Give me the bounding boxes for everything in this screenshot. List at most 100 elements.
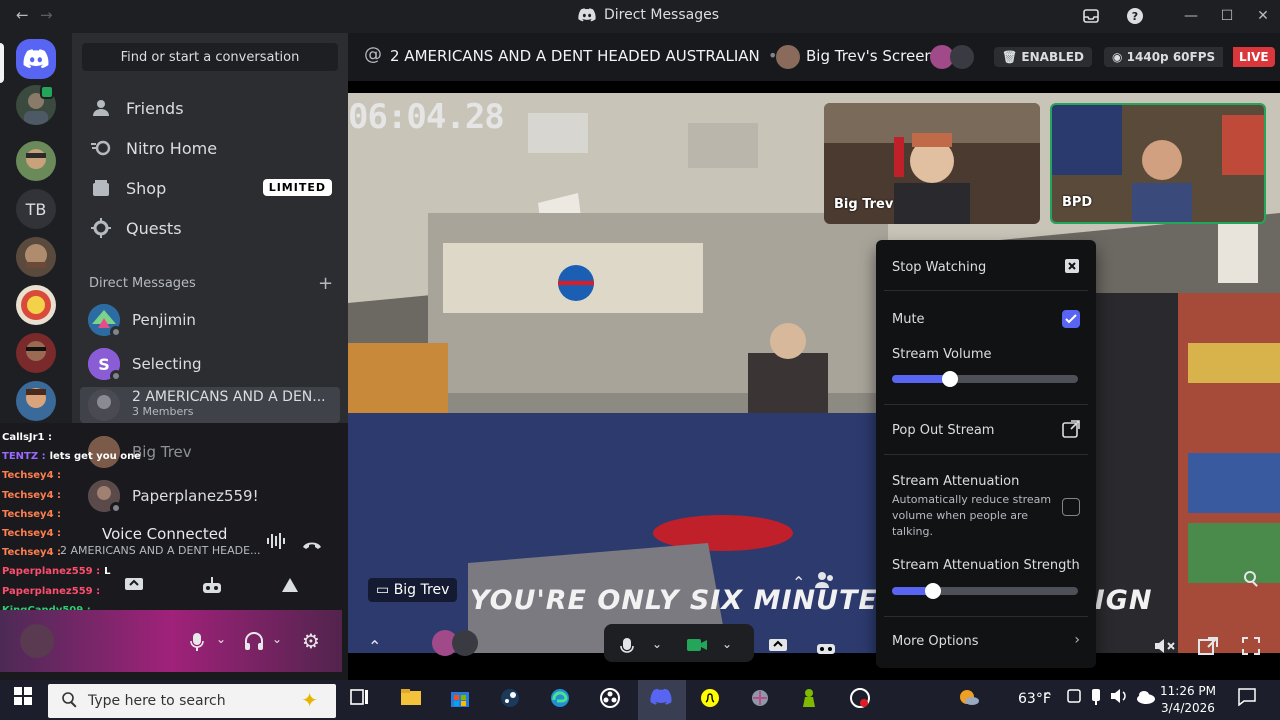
nav-shop[interactable]: Shop LIMITED bbox=[80, 168, 340, 208]
attenuation-checkbox[interactable] bbox=[1062, 498, 1080, 516]
find-conversation-button[interactable]: Find or start a conversation bbox=[82, 43, 338, 71]
microphone-icon[interactable] bbox=[190, 632, 204, 657]
nav-quests[interactable]: Quests bbox=[80, 208, 340, 248]
participants-icon[interactable] bbox=[814, 571, 836, 594]
headphones-icon[interactable] bbox=[244, 632, 264, 655]
voice-connected-status[interactable]: Voice Connected bbox=[102, 525, 227, 543]
dm-item[interactable]: S Selecting bbox=[80, 343, 340, 385]
more-options-item[interactable]: More Options bbox=[892, 634, 979, 649]
activities-icon[interactable] bbox=[202, 576, 222, 599]
chess-icon[interactable] bbox=[800, 688, 818, 713]
server-avatar[interactable] bbox=[16, 285, 56, 325]
screen-share-icon[interactable] bbox=[768, 637, 788, 660]
maximize-icon[interactable]: ☐ bbox=[1210, 5, 1244, 27]
stream-view: @ 2 AMERICANS AND A DENT HEADED AUSTRALI… bbox=[348, 33, 1280, 680]
enabled-badge[interactable]: 🗑 ENABLED bbox=[994, 47, 1092, 67]
file-explorer-icon[interactable] bbox=[400, 688, 422, 711]
taskbar-search-input[interactable]: Type here to search ✦ bbox=[48, 684, 336, 718]
soundboard-icon[interactable] bbox=[280, 576, 300, 599]
server-avatar[interactable] bbox=[16, 141, 56, 181]
usb-icon[interactable] bbox=[1090, 688, 1102, 711]
chevron-right-icon[interactable]: › bbox=[1074, 632, 1080, 648]
slider-handle[interactable] bbox=[924, 583, 941, 599]
streamer-avatar bbox=[776, 45, 800, 69]
close-icon[interactable]: ✕ bbox=[1246, 5, 1280, 27]
server-tb[interactable]: TB bbox=[16, 189, 56, 229]
direct-messages-home-button[interactable] bbox=[16, 39, 56, 79]
recording-app-icon[interactable] bbox=[850, 688, 870, 713]
chevron-up-icon[interactable]: ⌃ bbox=[792, 573, 805, 592]
nav-nitro-home[interactable]: Nitro Home bbox=[80, 128, 340, 168]
create-dm-plus-icon[interactable]: + bbox=[318, 273, 333, 294]
chevron-down-icon[interactable]: ⌄ bbox=[216, 632, 226, 646]
windows-start-icon[interactable] bbox=[14, 687, 32, 710]
minimize-icon[interactable]: — bbox=[1174, 5, 1208, 27]
snapchat-icon[interactable] bbox=[700, 688, 720, 713]
volume-icon[interactable] bbox=[1110, 688, 1130, 709]
at-sign-icon: @ bbox=[364, 44, 382, 65]
microphone-icon[interactable] bbox=[620, 637, 634, 662]
mute-item[interactable]: Mute bbox=[892, 312, 925, 327]
chevron-down-icon[interactable]: ⌄ bbox=[272, 632, 282, 646]
voice-channel-name: 2 AMERICANS AND A DENT HEADE... bbox=[60, 544, 261, 557]
store-icon[interactable] bbox=[450, 688, 470, 713]
avatar bbox=[88, 304, 122, 338]
server-avatar[interactable] bbox=[16, 381, 56, 421]
edge-browser-icon[interactable] bbox=[550, 688, 570, 713]
dm-item-group-active[interactable]: 2 AMERICANS AND A DEN... 3 Members bbox=[80, 387, 340, 423]
help-icon[interactable]: ? bbox=[1118, 5, 1152, 27]
user-avatar[interactable] bbox=[20, 624, 54, 658]
task-view-icon[interactable] bbox=[350, 688, 370, 711]
fullscreen-icon[interactable] bbox=[1242, 637, 1260, 660]
chevron-down-icon[interactable]: ⌄ bbox=[652, 637, 662, 651]
pop-out-stream-item[interactable]: Pop Out Stream bbox=[892, 423, 994, 438]
quests-icon bbox=[90, 217, 112, 239]
forward-arrow-icon[interactable]: → bbox=[40, 6, 53, 24]
status-offline-icon bbox=[110, 326, 122, 338]
dm-item[interactable]: Penjimin bbox=[80, 299, 340, 341]
chevron-down-icon[interactable]: ⌄ bbox=[722, 637, 732, 651]
system-clock[interactable]: 11:26 PM 3/4/2026 bbox=[1160, 683, 1216, 717]
disconnect-call-icon[interactable] bbox=[302, 534, 322, 555]
notifications-icon[interactable] bbox=[1238, 688, 1256, 711]
app-icon[interactable] bbox=[750, 688, 770, 713]
back-arrow-icon[interactable]: ← bbox=[16, 6, 29, 24]
stream-attenuation-item[interactable]: Stream Attenuation bbox=[892, 474, 1019, 489]
search-placeholder: Type here to search bbox=[88, 693, 226, 709]
noise-suppression-icon[interactable] bbox=[266, 532, 286, 555]
obs-icon[interactable] bbox=[600, 688, 620, 713]
user-panel: ⌄ ⌄ ⚙ bbox=[0, 610, 342, 672]
participant-tile-speaking[interactable]: BPD bbox=[1050, 103, 1266, 224]
chevron-up-icon[interactable]: ⌃ bbox=[368, 637, 381, 656]
gear-icon[interactable]: ⚙ bbox=[302, 629, 320, 653]
dm-item[interactable]: Paperplanez559! bbox=[80, 475, 340, 517]
discord-logo-icon bbox=[578, 8, 596, 22]
steam-icon[interactable] bbox=[500, 688, 520, 713]
nav-label: Friends bbox=[126, 98, 184, 118]
volume-muted-icon[interactable] bbox=[1154, 637, 1176, 660]
network-icon[interactable] bbox=[1136, 688, 1156, 709]
pop-out-icon[interactable] bbox=[1198, 637, 1218, 660]
stop-watching-icon[interactable] bbox=[1064, 258, 1080, 278]
inbox-icon[interactable] bbox=[1074, 5, 1108, 27]
stream-volume-slider[interactable] bbox=[892, 371, 1078, 387]
stop-watching-item[interactable]: Stop Watching bbox=[892, 260, 986, 275]
svg-text:?: ? bbox=[1132, 10, 1138, 23]
chevron-up-icon[interactable]: ⌃ bbox=[1042, 690, 1054, 706]
zoom-icon[interactable] bbox=[1244, 571, 1260, 592]
camera-icon[interactable] bbox=[686, 637, 708, 658]
device-icon[interactable] bbox=[1066, 688, 1082, 709]
server-avatar[interactable] bbox=[16, 237, 56, 277]
pop-out-icon[interactable] bbox=[1062, 420, 1080, 442]
chat-message: CallsJr1 : bbox=[2, 432, 52, 443]
screen-share-icon[interactable] bbox=[124, 576, 144, 599]
activities-icon[interactable] bbox=[816, 637, 836, 660]
mute-checkbox[interactable] bbox=[1062, 310, 1080, 328]
participant-tile[interactable]: Big Trev bbox=[824, 103, 1040, 224]
slider-handle[interactable] bbox=[941, 371, 958, 387]
discord-taskbar-icon[interactable] bbox=[650, 688, 672, 711]
nav-friends[interactable]: Friends bbox=[80, 88, 340, 128]
server-avatar[interactable] bbox=[16, 333, 56, 373]
stream-timer: 06:04.28 bbox=[348, 97, 505, 137]
attenuation-strength-slider[interactable] bbox=[892, 583, 1078, 599]
